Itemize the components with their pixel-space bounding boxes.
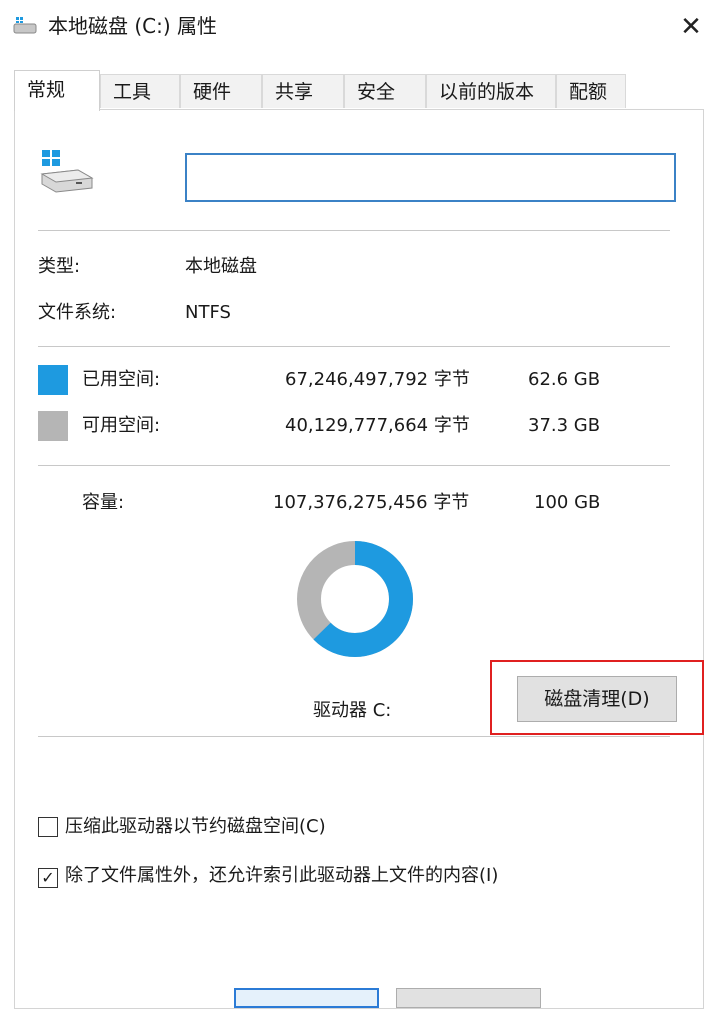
drive-name-input[interactable]: [185, 153, 676, 202]
tab-hardware[interactable]: 硬件: [180, 74, 262, 108]
tab-tools[interactable]: 工具: [100, 74, 180, 108]
usage-donut-chart: [297, 541, 413, 657]
tab-general[interactable]: 常规: [14, 70, 100, 111]
index-checkbox[interactable]: ✓: [38, 868, 58, 888]
window-title: 本地磁盘 (C:) 属性: [48, 14, 218, 38]
divider: [38, 230, 670, 231]
used-space-swatch: [38, 365, 68, 395]
free-space-label: 可用空间:: [82, 415, 161, 436]
compress-label: 压缩此驱动器以节约磁盘空间(C): [65, 816, 326, 837]
divider: [38, 346, 670, 347]
drive-label: 驱动器 C:: [313, 700, 392, 721]
type-label: 类型:: [38, 256, 81, 277]
cancel-button[interactable]: [396, 988, 541, 1008]
tab-sharing[interactable]: 共享: [262, 74, 344, 108]
tab-label: 安全: [357, 81, 396, 103]
used-space-label: 已用空间:: [82, 369, 161, 390]
tab-quota[interactable]: 配额: [556, 74, 626, 108]
type-value: 本地磁盘: [185, 256, 257, 277]
filesystem-label: 文件系统:: [38, 302, 117, 323]
highlight-box: [490, 660, 704, 735]
tab-label: 常规: [27, 79, 66, 101]
tab-label: 硬件: [193, 81, 232, 103]
drive-icon: [13, 17, 37, 34]
tab-label: 工具: [113, 81, 152, 103]
title-bar: 本地磁盘 (C:) 属性 ✕: [0, 0, 720, 56]
index-label: 除了文件属性外，还允许索引此驱动器上文件的内容(I): [65, 865, 499, 886]
capacity-size: 100 GB: [534, 492, 601, 513]
close-icon[interactable]: ✕: [680, 12, 702, 42]
divider: [38, 465, 670, 466]
compress-checkbox[interactable]: [38, 817, 58, 837]
check-icon: ✓: [41, 868, 55, 887]
tab-strip: 常规 工具 硬件 共享 安全 以前的版本 配额: [14, 70, 710, 111]
capacity-bytes: 107,376,275,456 字节: [273, 492, 470, 513]
tab-security[interactable]: 安全: [344, 74, 426, 108]
tab-previous-versions[interactable]: 以前的版本: [426, 74, 556, 108]
windows-drive-icon: [40, 150, 94, 193]
capacity-label: 容量:: [82, 492, 125, 513]
used-space-bytes: 67,246,497,792 字节: [285, 369, 470, 390]
free-space-size: 37.3 GB: [528, 415, 601, 436]
filesystem-value: NTFS: [185, 302, 231, 323]
used-space-size: 62.6 GB: [528, 369, 601, 390]
ok-button[interactable]: [234, 988, 379, 1008]
tab-label: 以前的版本: [439, 81, 535, 103]
tab-label: 配额: [569, 81, 608, 103]
free-space-bytes: 40,129,777,664 字节: [285, 415, 470, 436]
divider: [38, 736, 670, 737]
tab-label: 共享: [275, 81, 314, 103]
free-space-swatch: [38, 411, 68, 441]
close-button[interactable]: ✕: [672, 10, 710, 44]
